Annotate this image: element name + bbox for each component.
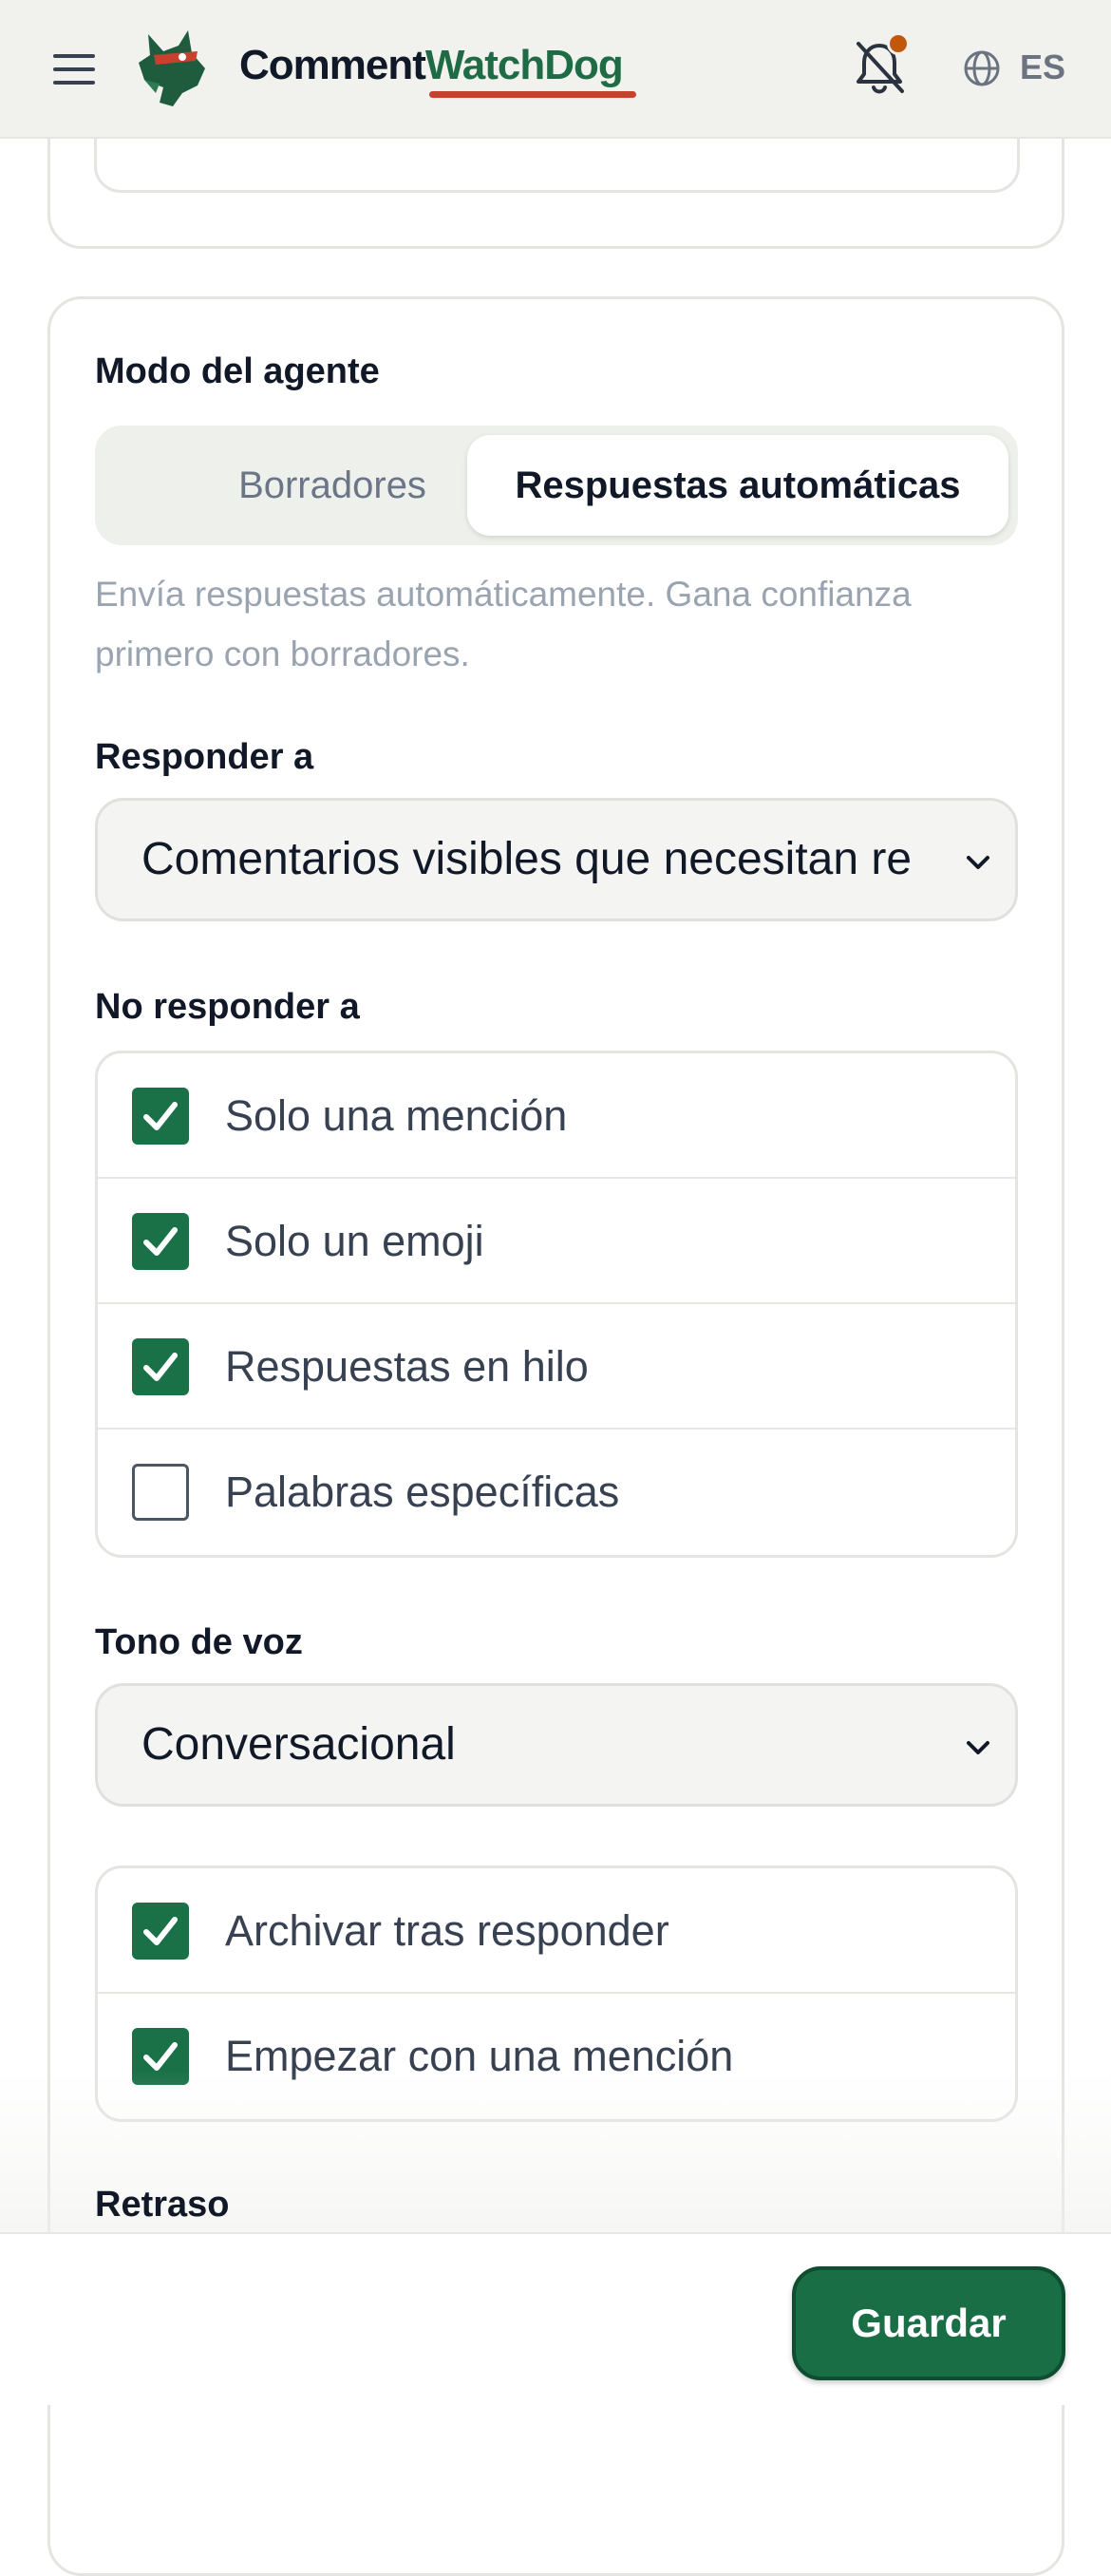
top-app-bar: CommentWatchDog ES bbox=[0, 0, 1111, 139]
checkbox-label: Archivar tras responder bbox=[225, 1906, 669, 1955]
respond-to-label: Responder a bbox=[95, 737, 314, 777]
respond-to-select[interactable]: Comentarios visibles que necesitan re bbox=[95, 798, 1018, 921]
checkbox-row-archive-after-reply[interactable]: Archivar tras responder bbox=[98, 1868, 1015, 1994]
do-not-respond-label: No responder a bbox=[95, 987, 360, 1027]
checkbox-label: Palabras específicas bbox=[225, 1468, 620, 1516]
brand-underline bbox=[429, 91, 636, 98]
agent-mode-segmented-control: Borradores Respuestas automáticas bbox=[95, 426, 1018, 545]
agent-mode-label: Modo del agente bbox=[95, 351, 380, 391]
checkbox-unchecked[interactable] bbox=[132, 1464, 189, 1521]
checkbox-row-mention-only[interactable]: Solo una mención bbox=[98, 1053, 1015, 1179]
chevron-down-icon bbox=[967, 1741, 989, 1754]
checkmark-icon bbox=[143, 1917, 178, 1945]
checkbox-label: Solo un emoji bbox=[225, 1217, 484, 1265]
tone-value: Conversacional bbox=[141, 1719, 456, 1770]
checkbox-checked[interactable] bbox=[132, 1338, 189, 1395]
checkbox-checked[interactable] bbox=[132, 1088, 189, 1145]
checkbox-label: Solo una mención bbox=[225, 1091, 568, 1140]
save-button[interactable]: Guardar bbox=[792, 2266, 1065, 2380]
checkmark-icon bbox=[143, 1353, 178, 1381]
agent-mode-auto-replies-option[interactable]: Respuestas automáticas bbox=[467, 435, 1008, 536]
do-not-respond-list: Solo una mención Solo un emoji Respuesta… bbox=[95, 1051, 1018, 1558]
brand-name[interactable]: CommentWatchDog bbox=[239, 42, 624, 89]
agent-mode-helper-text: Envía respuestas automáticamente. Gana c… bbox=[95, 575, 912, 673]
checkbox-row-emoji-only[interactable]: Solo un emoji bbox=[98, 1179, 1015, 1304]
checkbox-row-thread-replies[interactable]: Respuestas en hilo bbox=[98, 1304, 1015, 1430]
menu-icon[interactable] bbox=[53, 54, 95, 85]
delay-label: Retraso bbox=[95, 2185, 230, 2225]
checkbox-row-specific-words[interactable]: Palabras específicas bbox=[98, 1430, 1015, 1555]
dog-logo-icon[interactable] bbox=[135, 27, 215, 108]
checkbox-checked[interactable] bbox=[132, 1903, 189, 1960]
sticky-footer: Guardar bbox=[0, 2232, 1111, 2405]
language-selector[interactable]: ES bbox=[1020, 47, 1065, 87]
respond-to-value: Comentarios visibles que necesitan re bbox=[141, 834, 913, 884]
checkbox-checked[interactable] bbox=[132, 1213, 189, 1270]
tone-label: Tono de voz bbox=[95, 1622, 303, 1662]
checkmark-icon bbox=[143, 1227, 178, 1256]
chevron-down-icon bbox=[967, 856, 989, 869]
brand-name-part2: WatchDog bbox=[424, 42, 624, 88]
tone-select[interactable]: Conversacional bbox=[95, 1683, 1018, 1807]
globe-icon bbox=[964, 50, 1000, 86]
brand-name-part1: Comment bbox=[239, 42, 426, 88]
checkmark-icon bbox=[143, 1102, 178, 1130]
checkbox-label: Respuestas en hilo bbox=[225, 1342, 589, 1391]
notification-dot bbox=[887, 32, 910, 55]
